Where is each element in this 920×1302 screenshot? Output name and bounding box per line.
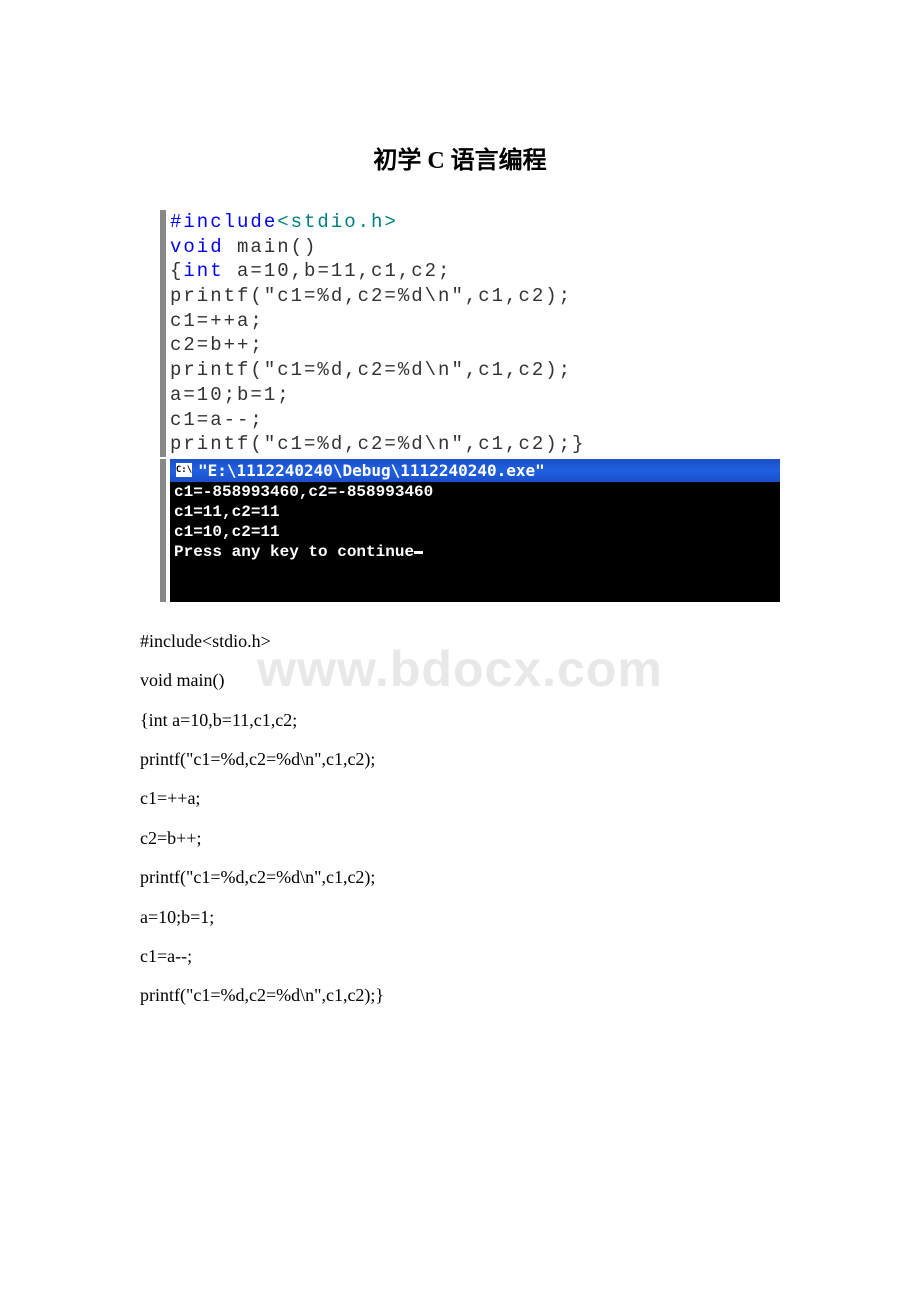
text-line: {int a=10,b=11,c1,c2; xyxy=(140,709,780,732)
code-keyword: void xyxy=(170,236,224,258)
text-line: c1=a--; xyxy=(140,945,780,968)
document-title: 初学 C 语言编程 xyxy=(140,140,780,175)
code-line: printf("c1=%d,c2=%d\n",c1,c2);} xyxy=(170,432,780,457)
code-keyword: int xyxy=(183,260,223,282)
terminal-title-bar: C:\ "E:\1112240240\Debug\1112240240.exe" xyxy=(170,459,780,482)
code-line: printf("c1=%d,c2=%d\n",c1,c2); xyxy=(170,284,780,309)
code-line: c2=b++; xyxy=(170,333,780,358)
terminal-line: c1=-858993460,c2=-858993460 xyxy=(174,483,433,501)
code-text: main() xyxy=(224,236,318,258)
text-line: a=10;b=1; xyxy=(140,906,780,929)
code-line: c1=a--; xyxy=(170,408,780,433)
terminal-line: Press any key to continue xyxy=(174,543,414,561)
terminal-window: C:\ "E:\1112240240\Debug\1112240240.exe"… xyxy=(160,459,780,602)
terminal-icon: C:\ xyxy=(176,463,192,477)
text-line: printf("c1=%d,c2=%d\n",c1,c2); xyxy=(140,866,780,889)
code-text: a=10,b=11,c1,c2; xyxy=(224,260,452,282)
text-line: printf("c1=%d,c2=%d\n",c1,c2);} xyxy=(140,984,780,1007)
terminal-title-text: "E:\1112240240\Debug\1112240240.exe" xyxy=(198,461,545,480)
code-header: <stdio.h> xyxy=(277,211,398,233)
cursor-icon xyxy=(414,551,423,554)
source-code-block: #include<stdio.h> void main() {int a=10,… xyxy=(160,210,780,457)
code-line: a=10;b=1; xyxy=(170,383,780,408)
text-line: c2=b++; xyxy=(140,827,780,850)
terminal-line: c1=11,c2=11 xyxy=(174,503,280,521)
code-keyword: #include xyxy=(170,211,277,233)
document-body-text: #include<stdio.h> void main() {int a=10,… xyxy=(140,630,780,1008)
code-text: { xyxy=(170,260,183,282)
terminal-output: c1=-858993460,c2=-858993460 c1=11,c2=11 … xyxy=(170,482,780,602)
code-line: printf("c1=%d,c2=%d\n",c1,c2); xyxy=(170,358,780,383)
text-line: printf("c1=%d,c2=%d\n",c1,c2); xyxy=(140,748,780,771)
text-line: void main() xyxy=(140,669,780,692)
code-line: c1=++a; xyxy=(170,309,780,334)
terminal-line: c1=10,c2=11 xyxy=(174,523,280,541)
text-line: c1=++a; xyxy=(140,787,780,810)
text-line: #include<stdio.h> xyxy=(140,630,780,653)
